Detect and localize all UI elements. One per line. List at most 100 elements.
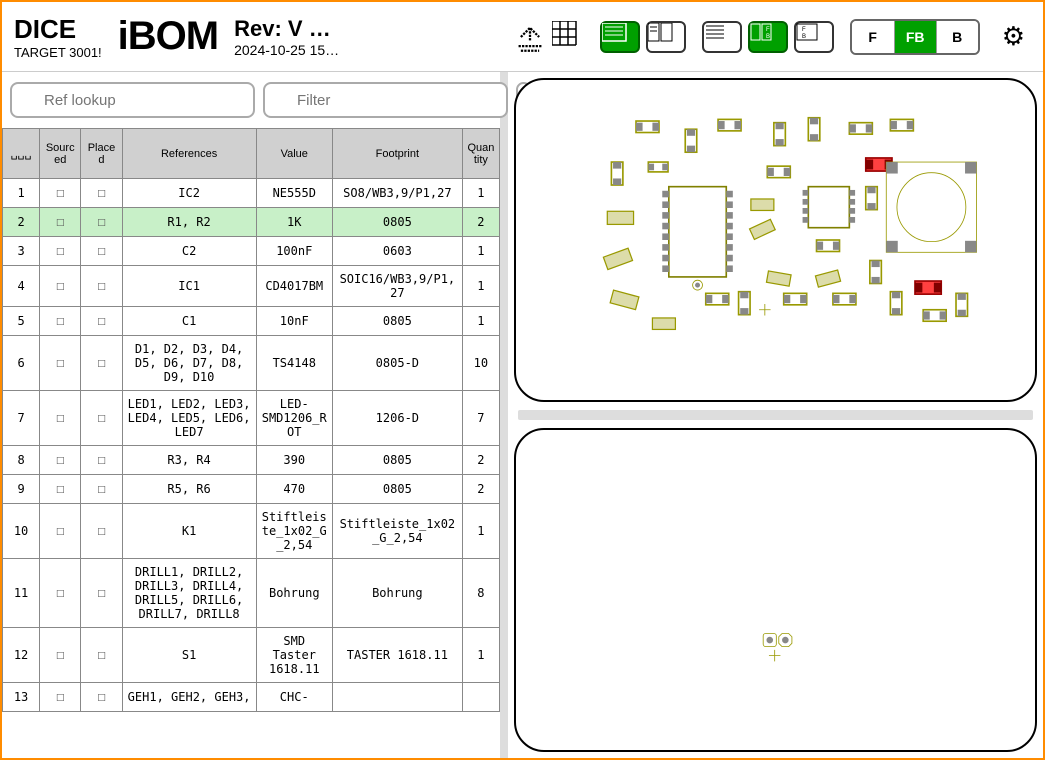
svg-text:B: B <box>766 34 770 40</box>
view-pcb-only-button[interactable]: FB <box>794 21 834 53</box>
table-row[interactable]: 2☐☐R1, R21K08052 <box>3 208 500 237</box>
sourced-checkbox[interactable]: ☐ <box>40 208 81 237</box>
sourced-checkbox[interactable]: ☐ <box>40 504 81 559</box>
value-cell: NE555D <box>256 179 332 208</box>
placed-checkbox[interactable]: ☐ <box>81 504 122 559</box>
table-row[interactable]: 8☐☐R3, R439008052 <box>3 446 500 475</box>
placed-checkbox[interactable]: ☐ <box>81 336 122 391</box>
footprint-cell <box>332 683 462 712</box>
placed-checkbox[interactable]: ☐ <box>81 683 122 712</box>
placed-checkbox[interactable]: ☐ <box>81 628 122 683</box>
col-placed[interactable]: Placed <box>81 129 122 179</box>
table-row[interactable]: 5☐☐C110nF08051 <box>3 307 500 336</box>
layer-front-button[interactable]: F <box>852 21 894 53</box>
table-row[interactable]: 3☐☐C2100nF06031 <box>3 237 500 266</box>
sourced-checkbox[interactable]: ☐ <box>40 446 81 475</box>
table-row[interactable]: 7☐☐LED1, LED2, LED3, LED4, LED5, LED6, L… <box>3 391 500 446</box>
layer-both-button[interactable]: FB <box>894 21 936 53</box>
col-number[interactable]: ␣␣␣ <box>3 129 40 179</box>
footprint-cell: 1206-D <box>332 391 462 446</box>
pcb-front-view[interactable] <box>514 78 1037 402</box>
svg-text:F: F <box>766 27 770 33</box>
sourced-checkbox[interactable]: ☐ <box>40 559 81 628</box>
grid-icon <box>552 21 584 53</box>
placed-checkbox[interactable]: ☐ <box>81 475 122 504</box>
quantity-cell: 2 <box>462 475 499 504</box>
sourced-checkbox[interactable]: ☐ <box>40 237 81 266</box>
col-quantity[interactable]: Quantity <box>462 129 499 179</box>
layer-back-button[interactable]: B <box>936 21 978 53</box>
view-split-button[interactable]: FB <box>748 21 788 53</box>
table-row[interactable]: 11☐☐DRILL1, DRILL2, DRILL3, DRILL4, DRIL… <box>3 559 500 628</box>
references-cell: C2 <box>122 237 256 266</box>
settings-button[interactable]: ⚙ <box>996 21 1031 52</box>
table-row[interactable]: 4☐☐IC1CD4017BMSOIC16/WB3,9/P1,271 <box>3 266 500 307</box>
col-footprint[interactable]: Footprint <box>332 129 462 179</box>
col-references[interactable]: References <box>122 129 256 179</box>
grid-button[interactable] <box>552 21 584 53</box>
references-cell: D1, D2, D3, D4, D5, D6, D7, D8, D9, D10 <box>122 336 256 391</box>
row-number: 2 <box>3 208 40 237</box>
sourced-checkbox[interactable]: ☐ <box>40 336 81 391</box>
row-number: 13 <box>3 683 40 712</box>
view-bom-only-button[interactable] <box>702 21 742 53</box>
layout-bom-left-icon <box>602 23 638 51</box>
sourced-checkbox[interactable]: ☐ <box>40 683 81 712</box>
references-cell: K1 <box>122 504 256 559</box>
value-cell: Bohrung <box>256 559 332 628</box>
sourced-checkbox[interactable]: ☐ <box>40 266 81 307</box>
revision-label: Rev: V … <box>234 16 339 42</box>
view-split-icon: FB <box>750 23 786 51</box>
footprint-cell: 0603 <box>332 237 462 266</box>
pcb-back-view[interactable] <box>514 428 1037 752</box>
row-number: 6 <box>3 336 40 391</box>
col-value[interactable]: Value <box>256 129 332 179</box>
footprint-cell: SOIC16/WB3,9/P1,27 <box>332 266 462 307</box>
revision-block: Rev: V … 2024-10-25 15… <box>234 16 339 58</box>
placed-checkbox[interactable]: ☐ <box>81 391 122 446</box>
table-row[interactable]: 10☐☐K1Stiftleiste_1x02_G_2,54Stiftleiste… <box>3 504 500 559</box>
references-cell: IC1 <box>122 266 256 307</box>
filter-input[interactable] <box>263 82 508 118</box>
ref-lookup-input[interactable] <box>10 82 255 118</box>
row-number: 10 <box>3 504 40 559</box>
layer-selector[interactable]: F FB B <box>850 19 980 55</box>
row-number: 7 <box>3 391 40 446</box>
placed-checkbox[interactable]: ☐ <box>81 266 122 307</box>
placed-checkbox[interactable]: ☐ <box>81 446 122 475</box>
table-row[interactable]: 12☐☐S1SMD Taster 1618.11TASTER 1618.111 <box>3 628 500 683</box>
project-title: DICE <box>14 14 102 45</box>
value-cell: TS4148 <box>256 336 332 391</box>
footprint-cell: SO8/WB3,9/P1,27 <box>332 179 462 208</box>
placed-checkbox[interactable]: ☐ <box>81 559 122 628</box>
placed-checkbox[interactable]: ☐ <box>81 237 122 266</box>
sourced-checkbox[interactable]: ☐ <box>40 475 81 504</box>
sourced-checkbox[interactable]: ☐ <box>40 391 81 446</box>
footprint-cell: Bohrung <box>332 559 462 628</box>
placed-checkbox[interactable]: ☐ <box>81 307 122 336</box>
layout-bom-top-button[interactable] <box>646 21 686 53</box>
footprint-cell: 0805 <box>332 208 462 237</box>
col-sourced[interactable]: Sourced <box>40 129 81 179</box>
sourced-checkbox[interactable]: ☐ <box>40 307 81 336</box>
project-subtitle: TARGET 3001! <box>14 45 102 60</box>
footprint-cell: 0805 <box>332 307 462 336</box>
row-number: 3 <box>3 237 40 266</box>
table-row[interactable]: 6☐☐D1, D2, D3, D4, D5, D6, D7, D8, D9, D… <box>3 336 500 391</box>
references-cell: S1 <box>122 628 256 683</box>
pcb-view-divider[interactable] <box>518 410 1033 420</box>
placed-checkbox[interactable]: ☐ <box>81 179 122 208</box>
footprint-cell: 0805 <box>332 446 462 475</box>
value-cell: 10nF <box>256 307 332 336</box>
table-row[interactable]: 13☐☐GEH1, GEH2, GEH3,CHC- <box>3 683 500 712</box>
references-cell: GEH1, GEH2, GEH3, <box>122 683 256 712</box>
layout-bom-left-button[interactable] <box>600 21 640 53</box>
bom-table: ␣␣␣ Sourced Placed References Value Foot… <box>2 128 500 712</box>
sourced-checkbox[interactable]: ☐ <box>40 179 81 208</box>
io-button[interactable] <box>514 21 546 53</box>
table-row[interactable]: 9☐☐R5, R647008052 <box>3 475 500 504</box>
table-row[interactable]: 1☐☐IC2NE555DSO8/WB3,9/P1,271 <box>3 179 500 208</box>
value-cell: CD4017BM <box>256 266 332 307</box>
placed-checkbox[interactable]: ☐ <box>81 208 122 237</box>
sourced-checkbox[interactable]: ☐ <box>40 628 81 683</box>
